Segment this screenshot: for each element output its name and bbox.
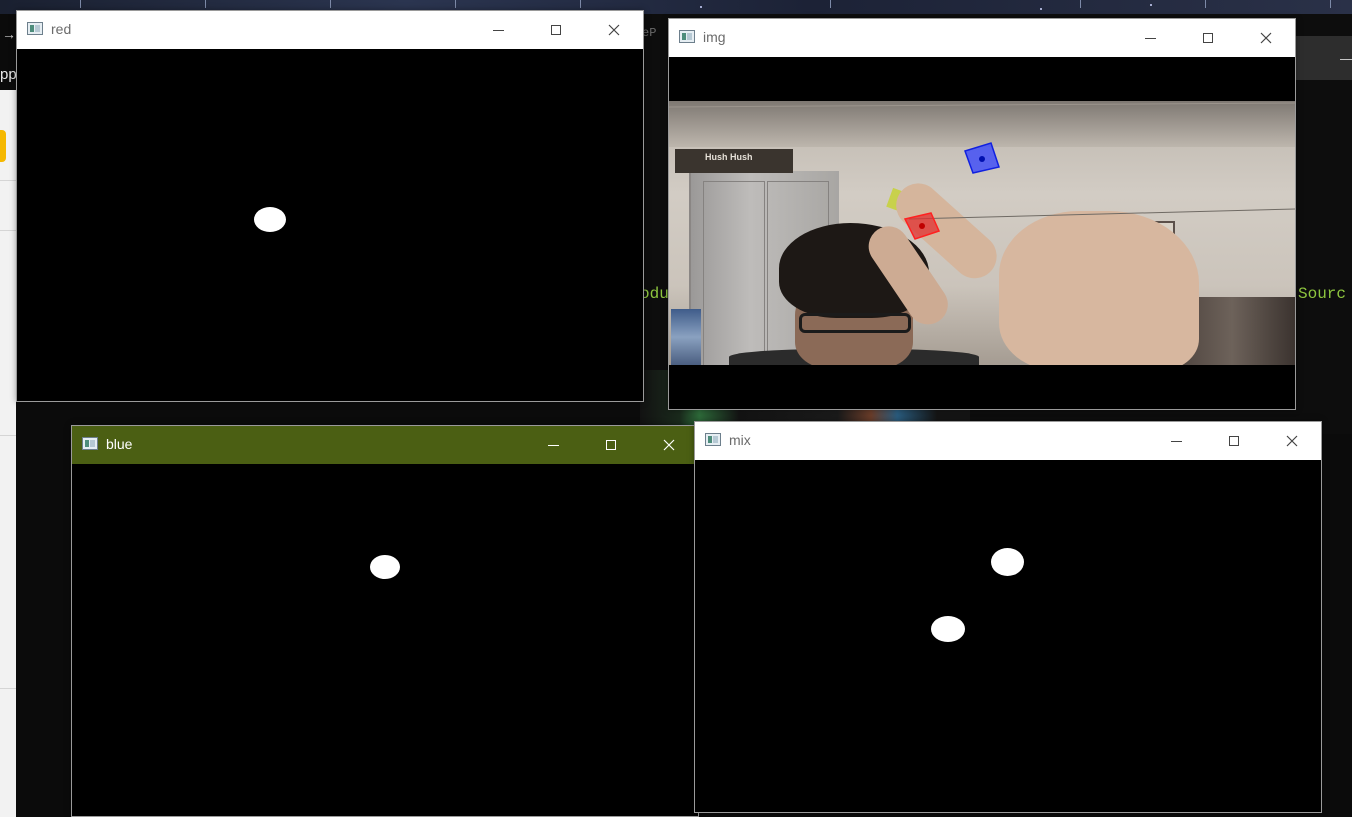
window-title: mix [729, 432, 751, 448]
minimize-icon [547, 444, 559, 446]
mix-mask-canvas [695, 460, 1321, 812]
code-fragment-left: odu [640, 285, 669, 303]
taskbar-divider [830, 0, 831, 8]
red-mask-blob [254, 207, 286, 232]
tracking-overlay [669, 102, 1295, 240]
taskbar-divider [80, 0, 81, 8]
close-icon [608, 24, 620, 36]
blue-mask-blob [370, 555, 400, 579]
blue-marker-center [979, 156, 985, 162]
opencv-app-icon [27, 22, 43, 35]
opencv-app-icon [82, 437, 98, 450]
code-fragment-right: Sourc [1298, 285, 1347, 303]
opencv-app-icon [679, 30, 695, 43]
wallpaper-star [700, 6, 702, 8]
titlebar[interactable]: mix [695, 422, 1321, 460]
titlebar[interactable]: img [669, 19, 1295, 57]
webcam-canvas: Hush Hush [669, 57, 1295, 409]
close-button[interactable] [1237, 19, 1295, 57]
maximize-icon [1203, 33, 1213, 43]
maximize-icon [1229, 436, 1239, 446]
window-img[interactable]: img Hush Hush [668, 18, 1296, 410]
yellow-tab-icon[interactable] [0, 130, 6, 162]
close-button[interactable] [585, 11, 643, 49]
maximize-icon [606, 440, 616, 450]
close-icon [663, 439, 675, 451]
mix-blue-blob [991, 548, 1024, 576]
divider [0, 435, 16, 436]
left-app-text: pp [0, 66, 17, 83]
taskbar-divider [1080, 0, 1081, 8]
minimize-button[interactable] [469, 11, 527, 49]
taskbar-divider [205, 0, 206, 8]
back-arrow-icon[interactable]: → [2, 26, 16, 42]
red-mask-canvas [17, 49, 643, 401]
maximize-button[interactable] [527, 11, 585, 49]
string-line [908, 208, 1295, 220]
divider [0, 230, 16, 231]
wallpaper-star [1040, 8, 1042, 10]
code-fragment-top: eP [642, 26, 657, 40]
red-marker-center [919, 223, 925, 229]
divider [0, 688, 16, 689]
webcam-frame: Hush Hush [669, 101, 1295, 365]
maximize-button[interactable] [1205, 422, 1263, 460]
maximize-icon [551, 25, 561, 35]
close-icon [1286, 435, 1298, 447]
window-title: blue [106, 436, 133, 452]
editor-minimize-icon[interactable]: — [1340, 50, 1352, 66]
mix-red-blob [931, 616, 965, 642]
taskbar-divider [330, 0, 331, 8]
left-app-panel [0, 90, 16, 817]
maximize-button[interactable] [1179, 19, 1237, 57]
window-title: img [703, 29, 726, 45]
window-mix[interactable]: mix [694, 421, 1322, 813]
window-title: red [51, 21, 72, 37]
minimize-icon [492, 29, 504, 31]
maximize-button[interactable] [582, 426, 640, 464]
minimize-icon [1144, 37, 1156, 39]
window-blue[interactable]: blue [71, 425, 699, 817]
minimize-button[interactable] [1147, 422, 1205, 460]
titlebar[interactable]: blue [72, 426, 698, 464]
taskbar-divider [1205, 0, 1206, 8]
taskbar-divider [1330, 0, 1331, 8]
minimize-button[interactable] [1121, 19, 1179, 57]
blue-mask-canvas [72, 464, 698, 816]
close-button[interactable] [640, 426, 698, 464]
close-button[interactable] [1263, 422, 1321, 460]
taskbar-divider [455, 0, 456, 8]
minimize-icon [1170, 440, 1182, 442]
close-icon [1260, 32, 1272, 44]
minimize-button[interactable] [524, 426, 582, 464]
window-red[interactable]: red [16, 10, 644, 402]
titlebar[interactable]: red [17, 11, 643, 49]
divider [0, 180, 16, 181]
opencv-app-icon [705, 433, 721, 446]
wallpaper-star [1150, 4, 1152, 6]
taskbar-divider [580, 0, 581, 8]
ceiling-wire [669, 102, 1295, 108]
